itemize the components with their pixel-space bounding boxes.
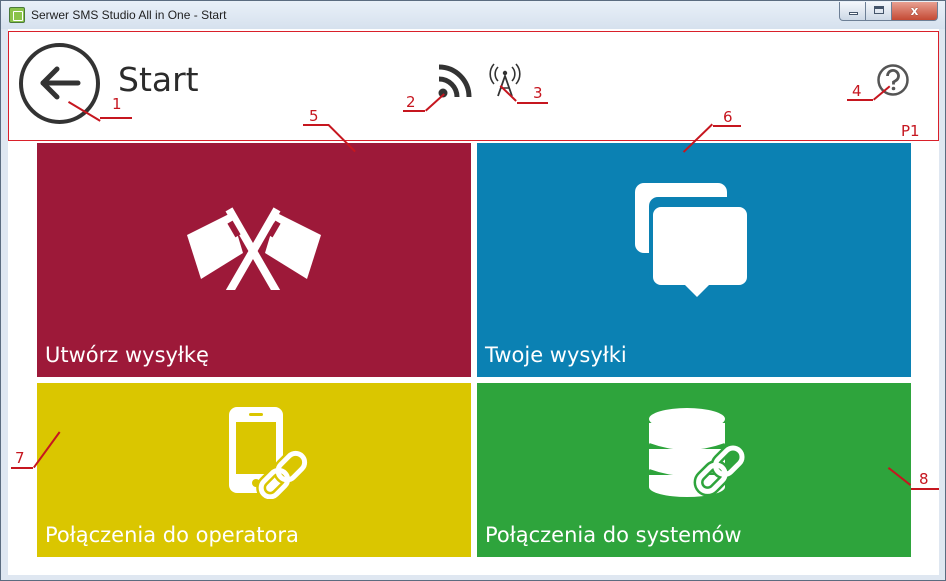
callout-5-underline — [303, 124, 329, 126]
page-title: Start — [118, 60, 199, 99]
minimize-icon — [849, 12, 858, 15]
tile-create-mailing[interactable]: Utwórz wysyłkę — [37, 143, 471, 377]
tile-label: Twoje wysyłki — [485, 343, 627, 367]
tile-label: Utwórz wysyłkę — [45, 343, 209, 367]
antenna-icon[interactable] — [487, 62, 523, 98]
callout-1: 1 — [112, 95, 122, 113]
tile-system-connections[interactable]: Połączenia do systemów — [477, 383, 911, 557]
callout-2-underline — [403, 110, 425, 112]
callout-6: 6 — [723, 108, 733, 126]
callout-6-underline — [713, 125, 741, 127]
callout-2: 2 — [406, 93, 416, 111]
callout-4-underline — [847, 99, 873, 101]
callout-3: 3 — [533, 84, 543, 102]
header-panel: Start P1 — [8, 31, 939, 141]
chat-bubbles-icon — [635, 183, 747, 297]
callout-8-underline — [911, 488, 939, 490]
database-link-icon — [648, 408, 748, 497]
panel-label: P1 — [901, 122, 920, 140]
tile-operator-connections[interactable]: Połączenia do operatora — [37, 383, 471, 557]
callout-8: 8 — [919, 470, 929, 488]
callout-4: 4 — [852, 82, 862, 100]
title-bar[interactable]: Serwer SMS Studio All in One - Start x — [1, 1, 945, 29]
callout-3-underline — [517, 102, 548, 104]
window-title: Serwer SMS Studio All in One - Start — [31, 8, 227, 22]
minimize-button[interactable] — [839, 2, 866, 21]
phone-link-icon — [229, 407, 309, 499]
tile-label: Połączenia do systemów — [485, 523, 742, 547]
close-icon: x — [910, 4, 919, 18]
callout-7: 7 — [15, 449, 25, 467]
crossed-flags-icon — [187, 207, 321, 290]
app-icon — [9, 7, 25, 23]
app-window: Serwer SMS Studio All in One - Start x S… — [0, 0, 946, 581]
maximize-icon — [874, 6, 884, 14]
main-content: Start P1 Utwórz wysyłkę Twoje wysyłki Po… — [8, 29, 939, 575]
callout-1-underline — [100, 117, 132, 119]
callout-7-underline — [11, 467, 33, 469]
maximize-button[interactable] — [865, 2, 892, 21]
tile-your-mailings[interactable]: Twoje wysyłki — [477, 143, 911, 377]
close-button[interactable]: x — [891, 2, 938, 21]
back-arrow-icon — [40, 66, 81, 100]
tile-label: Połączenia do operatora — [45, 523, 299, 547]
callout-5: 5 — [309, 107, 319, 125]
